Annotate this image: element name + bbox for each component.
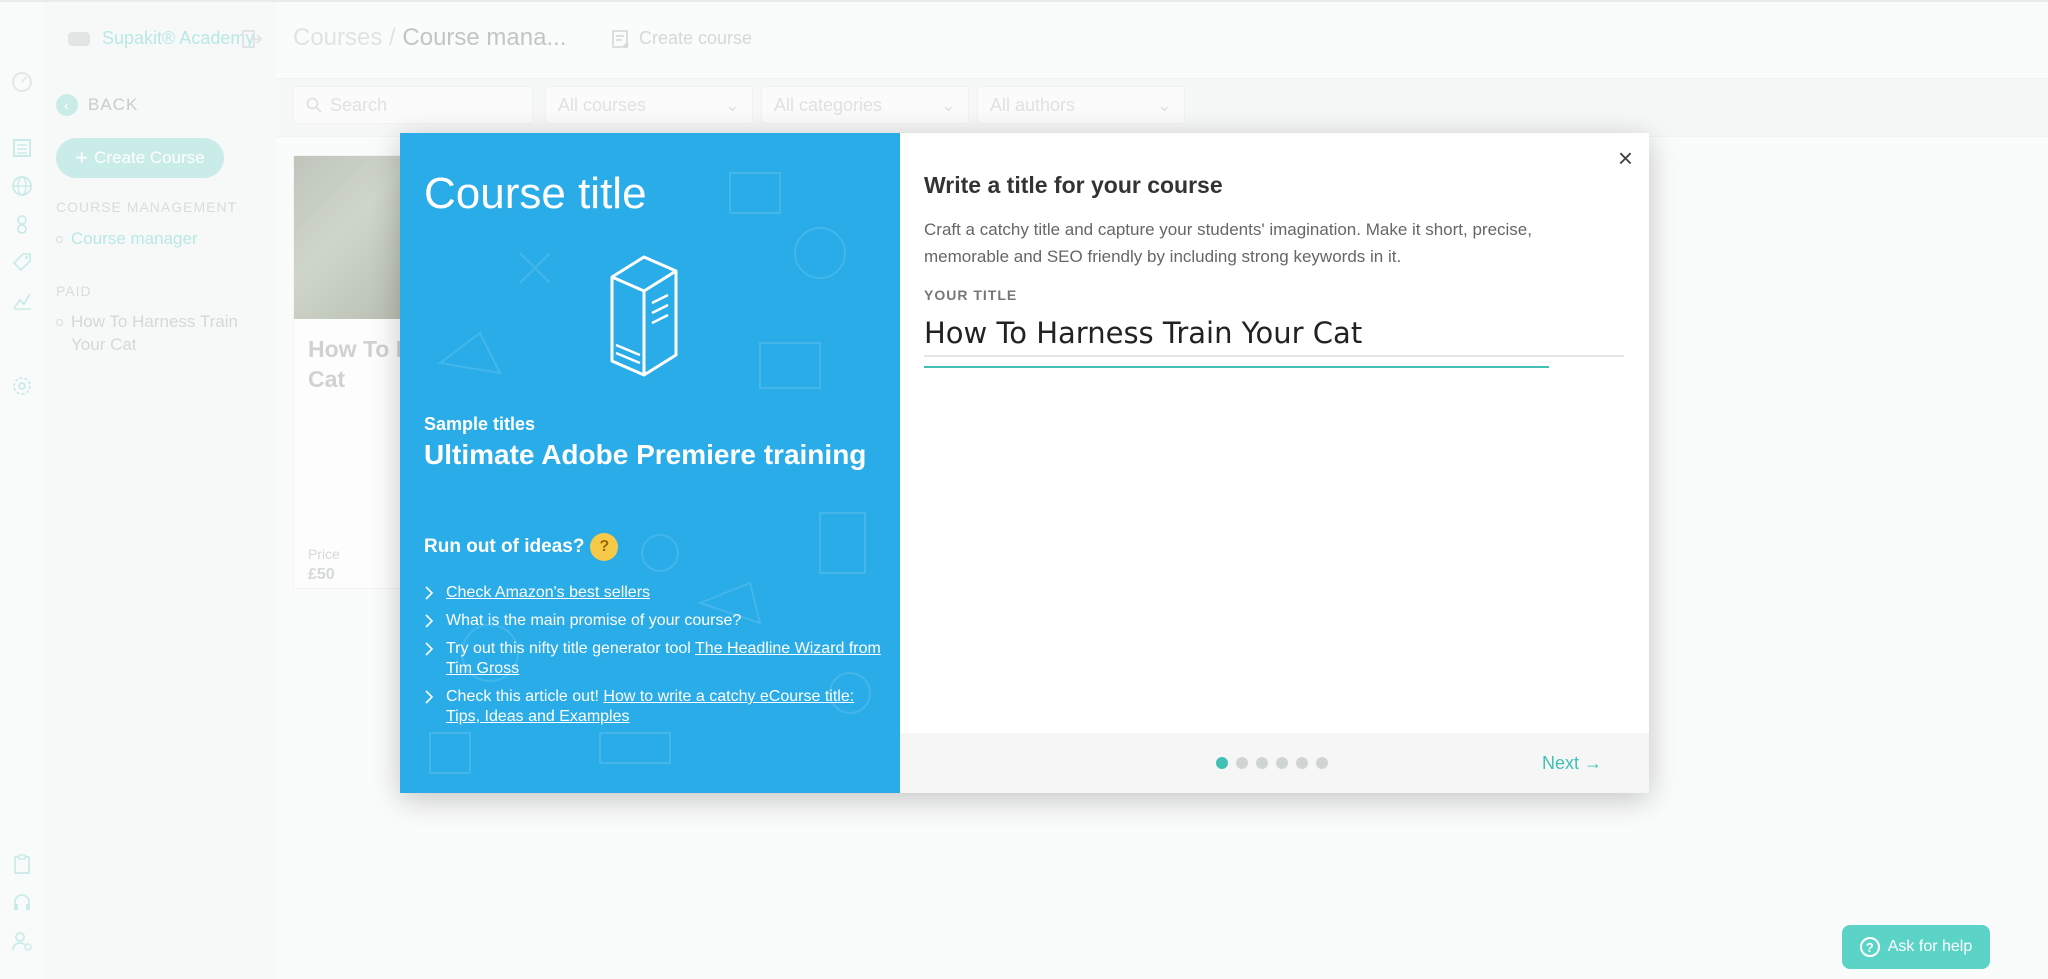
idea-item: Check Amazon's best sellers bbox=[424, 583, 884, 603]
idea-text: Try out this nifty title generator tool bbox=[446, 640, 696, 657]
modal-form-panel: × Write a title for your course Craft a … bbox=[900, 133, 1649, 793]
step-dot bbox=[1276, 757, 1288, 769]
ideas-heading: Run out of ideas? ? bbox=[424, 533, 619, 561]
step-indicator bbox=[1216, 757, 1328, 769]
form-description: Craft a catchy title and capture your st… bbox=[924, 220, 1532, 266]
sample-title-value: Ultimate Adobe Premiere training bbox=[424, 439, 867, 470]
question-icon: ? bbox=[1859, 937, 1880, 957]
next-label: Next → bbox=[1541, 753, 1602, 773]
step-dot bbox=[1296, 757, 1308, 769]
ask-for-help-button[interactable]: ? Ask for help bbox=[1842, 925, 1990, 969]
create-course-modal: Course title Sample titles Ultimate Adob… bbox=[400, 133, 1649, 793]
idea-item: Check this article out! How to write a c… bbox=[424, 687, 884, 727]
book-icon bbox=[610, 255, 678, 377]
step-dot bbox=[1316, 757, 1328, 769]
chevron-right-icon bbox=[425, 586, 434, 600]
thinking-face-icon: ? bbox=[590, 533, 619, 561]
form-heading: Write a title for your course bbox=[924, 172, 1223, 198]
step-dot bbox=[1216, 757, 1228, 769]
chevron-right-icon bbox=[425, 642, 434, 656]
course-title-input[interactable] bbox=[924, 311, 1624, 357]
step-dot bbox=[1236, 757, 1248, 769]
next-button[interactable]: Next → bbox=[1542, 753, 1602, 774]
ideas-heading-text: Run out of ideas? bbox=[424, 536, 585, 557]
ideas-list: Check Amazon's best sellers What is the … bbox=[424, 583, 884, 735]
title-field-label: YOUR TITLE bbox=[924, 287, 1018, 303]
modal-info-panel: Course title Sample titles Ultimate Adob… bbox=[400, 133, 900, 793]
idea-text: Check this article out! bbox=[446, 688, 604, 705]
modal-info-title: Course title bbox=[424, 169, 647, 218]
idea-item: Try out this nifty title generator tool … bbox=[424, 639, 884, 679]
idea-text: What is the main promise of your course? bbox=[446, 612, 742, 629]
step-dot bbox=[1256, 757, 1268, 769]
chevron-right-icon bbox=[425, 614, 434, 628]
sample-titles-label: Sample titles bbox=[424, 414, 536, 434]
close-icon[interactable]: × bbox=[1618, 145, 1633, 171]
help-label: Ask for help bbox=[1887, 938, 1973, 955]
title-length-indicator bbox=[924, 366, 1549, 368]
amazon-bestsellers-link[interactable]: Check Amazon's best sellers bbox=[446, 584, 650, 601]
modal-footer: Next → bbox=[900, 733, 1649, 793]
chevron-right-icon bbox=[425, 690, 434, 704]
idea-item: What is the main promise of your course? bbox=[424, 611, 884, 631]
